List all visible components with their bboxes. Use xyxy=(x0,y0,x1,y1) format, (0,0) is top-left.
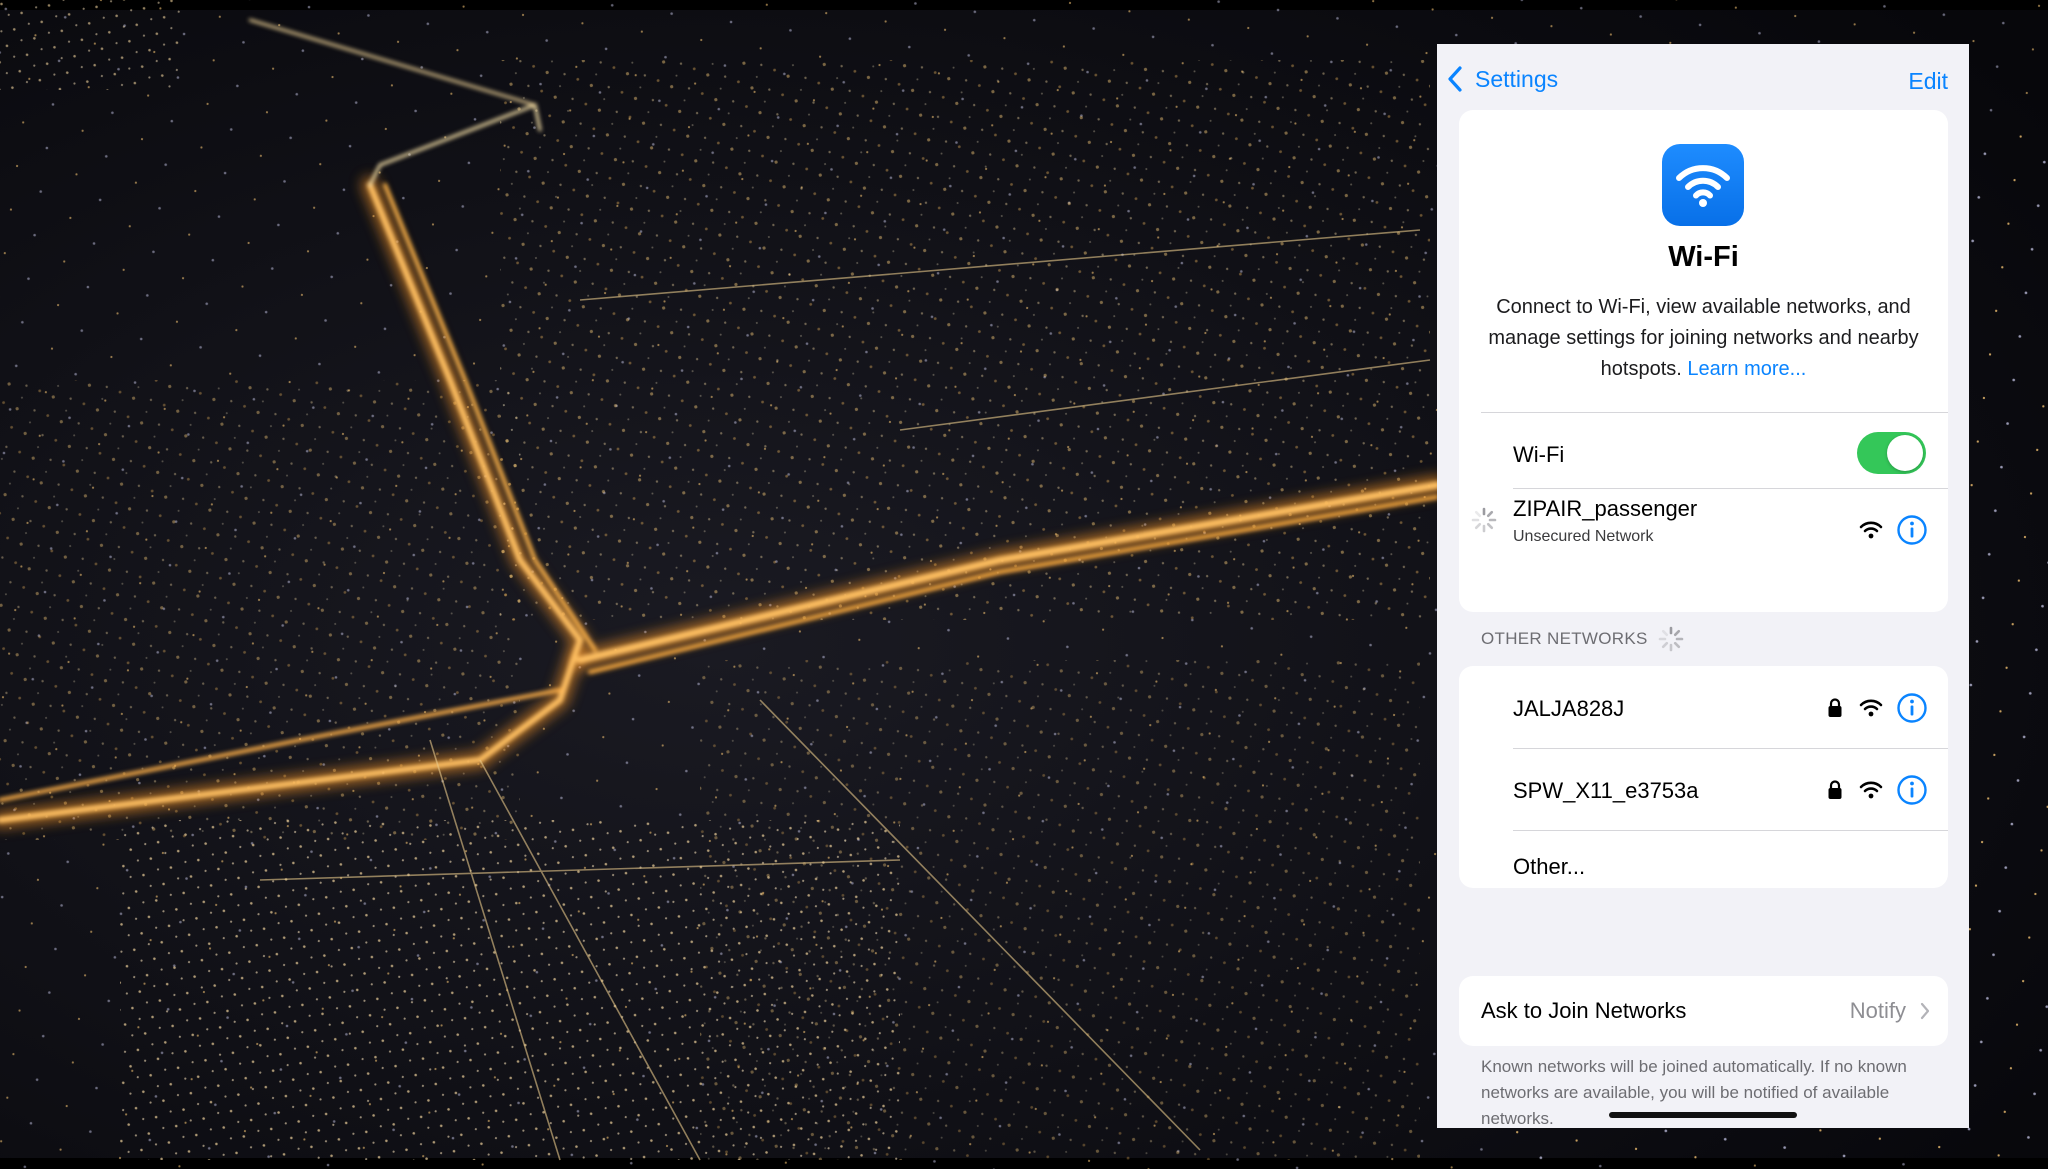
other-network-button[interactable]: Other... xyxy=(1513,854,1585,880)
loading-spinner-icon xyxy=(1471,507,1497,533)
back-label: Settings xyxy=(1475,65,1559,92)
lock-icon xyxy=(1828,698,1842,717)
lock-icon xyxy=(1828,780,1842,799)
learn-more-link[interactable]: Learn more... xyxy=(1687,358,1806,380)
other-networks-title: OTHER NETWORKS xyxy=(1481,629,1648,648)
wifi-description: Connect to Wi-Fi, view available network… xyxy=(1481,292,1926,385)
wifi-icon xyxy=(1662,144,1744,226)
divider xyxy=(1513,488,1948,489)
loading-spinner-icon xyxy=(1658,626,1683,652)
current-network-status: Unsecured Network xyxy=(1513,528,1654,545)
info-icon[interactable] xyxy=(1896,692,1928,724)
info-icon[interactable] xyxy=(1896,514,1928,546)
ask-to-join-label: Ask to Join Networks xyxy=(1481,998,1687,1023)
wifi-signal-icon xyxy=(1859,781,1883,799)
back-to-settings-button[interactable]: Settings xyxy=(1447,62,1558,96)
ask-to-join-networks-row[interactable]: Ask to Join Networks Notify xyxy=(1459,976,1948,1046)
current-network-name: ZIPAIR_passenger xyxy=(1513,496,1698,521)
chevron-right-icon xyxy=(1920,1002,1930,1020)
network-name: SPW_X11_e3753a xyxy=(1513,778,1699,803)
ask-to-join-value: Notify xyxy=(1849,998,1906,1023)
wifi-toggle-label: Wi-Fi xyxy=(1513,442,1565,467)
divider xyxy=(1513,748,1948,749)
other-networks-header: OTHER NETWORKS xyxy=(1481,626,1684,652)
wifi-settings-panel: Settings Edit Wi-Fi Connect to Wi-Fi, vi… xyxy=(1437,44,1969,1128)
home-indicator xyxy=(1609,1112,1797,1118)
wifi-signal-icon xyxy=(1859,521,1883,539)
wifi-main-card: Wi-Fi Connect to Wi-Fi, view available n… xyxy=(1459,110,1948,612)
divider xyxy=(1481,412,1948,413)
wifi-toggle-switch[interactable] xyxy=(1857,432,1926,474)
wifi-signal-icon xyxy=(1859,699,1883,717)
other-networks-list: JALJA828J SPW_X11_e3753a Other... xyxy=(1459,666,1948,888)
navigation-bar: Settings Edit xyxy=(1437,44,1969,112)
info-icon[interactable] xyxy=(1896,774,1928,806)
edit-button[interactable]: Edit xyxy=(1908,68,1948,95)
toggle-knob xyxy=(1887,435,1923,471)
network-name: JALJA828J xyxy=(1513,696,1625,721)
divider xyxy=(1513,830,1948,831)
chevron-left-icon xyxy=(1448,66,1462,92)
page-title: Wi-Fi xyxy=(1668,241,1739,273)
